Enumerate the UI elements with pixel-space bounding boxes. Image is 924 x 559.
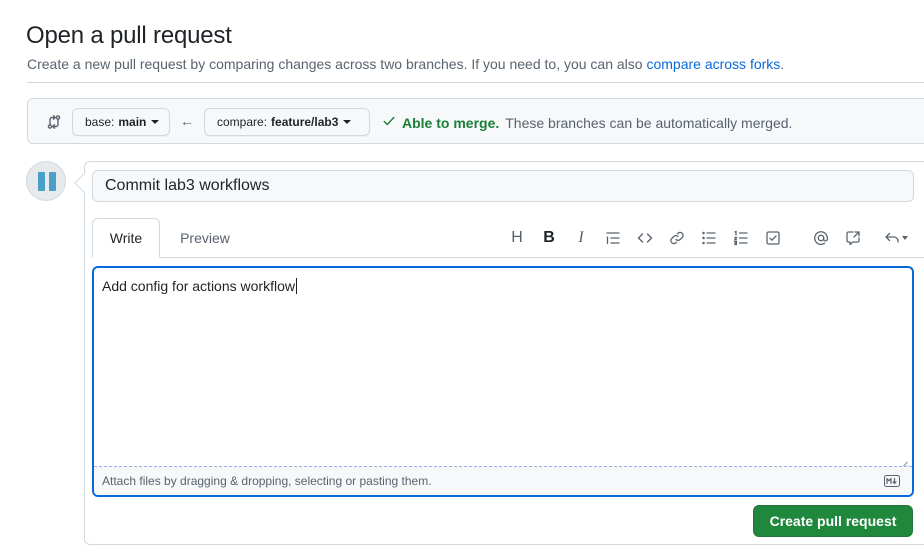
avatar xyxy=(26,161,66,201)
unordered-list-icon xyxy=(702,231,716,245)
reply-icon xyxy=(885,232,899,243)
italic-icon: I xyxy=(578,229,584,246)
chevron-down-icon xyxy=(902,236,908,240)
task-list-icon xyxy=(766,231,780,245)
header-divider xyxy=(27,82,924,83)
subtitle-suffix: . xyxy=(780,56,785,72)
task-list-button[interactable] xyxy=(761,226,785,250)
comment-body[interactable]: Add config for actions workflow xyxy=(102,278,297,294)
subtitle-text: Create a new pull request by comparing c… xyxy=(27,56,647,72)
text-cursor xyxy=(295,278,297,294)
arrow-left-icon: ← xyxy=(180,113,194,129)
attach-files-hint: Attach files by dragging & dropping, sel… xyxy=(102,474,432,488)
mention-icon xyxy=(814,231,828,245)
link-icon xyxy=(670,231,684,245)
create-pull-request-button[interactable]: Create pull request xyxy=(753,505,913,537)
tab-write[interactable]: Write xyxy=(92,218,160,258)
code-icon xyxy=(637,233,653,243)
mention-button[interactable] xyxy=(809,226,833,250)
avatar-mark xyxy=(38,172,45,191)
avatar-mark xyxy=(49,172,56,191)
compare-bar: base: main ← compare: feature/lab3 Able … xyxy=(27,98,924,144)
quote-button[interactable] xyxy=(601,226,625,250)
code-button[interactable] xyxy=(633,226,657,250)
base-branch-button[interactable]: base: main xyxy=(72,108,170,136)
markdown-icon[interactable] xyxy=(884,475,900,487)
cross-reference-icon xyxy=(846,231,860,246)
bold-icon: B xyxy=(543,229,555,246)
page: Open a pull request Create a new pull re… xyxy=(0,0,924,559)
saved-replies-button[interactable] xyxy=(880,226,912,250)
tabs-divider xyxy=(92,257,924,258)
compare-branch-name: feature/lab3 xyxy=(271,115,339,129)
page-title: Open a pull request xyxy=(26,22,232,49)
cross-reference-button[interactable] xyxy=(841,226,865,250)
link-button[interactable] xyxy=(665,226,689,250)
attach-files-bar[interactable]: Attach files by dragging & dropping, sel… xyxy=(94,466,912,495)
git-compare-icon xyxy=(46,114,62,130)
resize-handle-icon[interactable] xyxy=(900,456,908,469)
quote-icon xyxy=(606,232,620,245)
chevron-down-icon xyxy=(343,120,352,124)
heading-button[interactable]: H xyxy=(505,226,529,250)
chevron-down-icon xyxy=(151,120,160,124)
bold-button[interactable]: B xyxy=(537,226,561,250)
comment-editor[interactable]: Add config for actions workflow Attach f… xyxy=(92,266,914,497)
ordered-list-icon xyxy=(733,230,748,246)
heading-icon: H xyxy=(511,229,523,246)
page-subtitle: Create a new pull request by comparing c… xyxy=(27,56,784,72)
base-branch-name: main xyxy=(118,115,147,129)
check-icon xyxy=(382,114,396,131)
tab-preview[interactable]: Preview xyxy=(168,218,242,258)
base-prefix: base: xyxy=(85,115,115,129)
unordered-list-button[interactable] xyxy=(697,226,721,250)
italic-button[interactable]: I xyxy=(569,226,593,250)
merge-status: Able to merge. These branches can be aut… xyxy=(382,114,792,131)
compare-branch-button[interactable]: compare: feature/lab3 xyxy=(204,108,370,136)
merge-status-ok: Able to merge. xyxy=(402,114,500,131)
compare-across-forks-link[interactable]: compare across forks xyxy=(646,56,780,72)
ordered-list-button[interactable] xyxy=(729,226,753,250)
merge-status-text: These branches can be automatically merg… xyxy=(505,114,793,131)
comment-body-text: Add config for actions workflow xyxy=(102,278,295,294)
title-input[interactable] xyxy=(92,170,914,202)
compare-prefix: compare: xyxy=(217,115,268,129)
